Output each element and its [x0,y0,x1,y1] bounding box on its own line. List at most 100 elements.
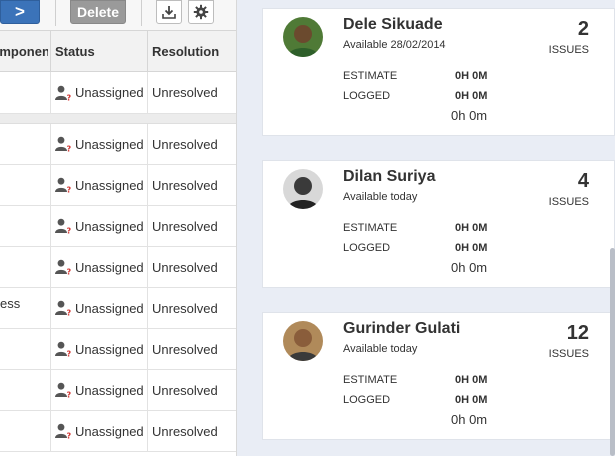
column-divider [50,124,51,164]
table-header: Components Status Resolution [0,30,236,73]
components-cell [0,124,50,164]
status-text: Unassigned [75,177,144,193]
status-cell: ? Unassigned [54,247,148,287]
issues-label: ISSUES [548,196,589,208]
unassigned-user-icon: ? [55,300,72,317]
svg-text:?: ? [67,93,72,101]
unassigned-user-icon: ? [55,382,72,398]
status-text: Unassigned [75,136,144,152]
components-cell [0,247,50,287]
issue-list-pane: > Delete mpone Status Resolution ? Unass… [0,0,237,456]
resolution-cell: Unresolved [152,300,218,316]
right-scrollbar[interactable] [610,248,615,456]
components-cell [0,165,50,205]
table-row[interactable]: ? Unassigned Unresolved [0,165,236,206]
status-text: Unassigned [75,300,144,316]
assignee-card[interactable]: Gurinder Gulati Available today 12 ISSUES ES… [262,312,615,440]
unassigned-user-icon: ? [55,423,72,440]
delete-button[interactable]: Delete [70,0,126,24]
unassigned-user-icon: ? [55,218,72,235]
svg-text:?: ? [67,268,72,276]
table-row[interactable]: ? Unassigned Unresolved [0,247,236,288]
settings-button[interactable] [188,0,214,24]
issue-count: 12 [566,322,589,344]
components-cell: ess [0,296,21,311]
avatar [283,321,323,361]
logged-value: 0H 0M [455,242,488,254]
logged-label: LOGGED [343,394,391,406]
status-cell: ? Unassigned [54,329,148,369]
assignee-name[interactable]: Gurinder Gulati [343,320,460,338]
status-cell: ? Unassigned [54,288,148,328]
components-cell [0,370,50,410]
column-divider [50,370,51,410]
column-header-components[interactable]: Components [0,31,48,73]
toolbar-divider [141,0,142,26]
estimate-value: 0H 0M [455,374,488,386]
resolution-cell: Unresolved [152,341,218,357]
column-divider [50,288,51,328]
unassigned-user-icon: ? [55,341,72,357]
logged-value: 0H 0M [455,90,488,102]
column-divider [50,206,51,246]
workload-pane: Dele Sikuade Available 28/02/2014 2 ISSUES E… [237,0,615,456]
svg-text:?: ? [67,309,72,317]
resolution-cell: Unresolved [152,423,218,439]
logged-label: LOGGED [343,90,391,102]
column-divider [50,329,51,369]
status-cell: ? Unassigned [54,124,148,164]
assignee-card[interactable]: Dele Sikuade Available 28/02/2014 2 ISSUES E… [262,8,615,136]
column-divider [50,247,51,287]
column-header-resolution[interactable]: Resolution [152,31,236,73]
resolution-cell: Unresolved [152,259,218,275]
table-row[interactable]: ? Unassigned Unresolved [0,370,236,411]
status-cell: ? Unassigned [54,206,148,246]
assignee-name[interactable]: Dilan Suriya [343,168,435,186]
status-cell: ? Unassigned [54,72,148,113]
group-separator [0,114,236,124]
assignee-name[interactable]: Dele Sikuade [343,16,443,34]
table-row[interactable]: ? Unassigned Unresolved [0,206,236,247]
unassigned-user-icon: ? [55,177,72,193]
issue-rows: ? Unassigned Unresolved? Unassigned Unresolv… [0,124,236,452]
table-row[interactable]: ? Unassigned Unresolved [0,411,236,452]
status-text: Unassigned [75,382,144,398]
status-text: Unassigned [75,423,144,439]
table-row[interactable]: ? Unassigned Unresolved [0,329,236,370]
estimate-label: ESTIMATE [343,222,398,234]
remaining-time: 0h 0m [451,260,488,275]
unassigned-user-icon: ? [55,136,72,153]
status-text: Unassigned [75,218,144,234]
svg-text:?: ? [67,227,72,235]
status-text: Unassigned [75,341,144,357]
remaining-time: 0h 0m [451,108,488,123]
availability-text: Available 28/02/2014 [343,39,446,51]
resolution-cell: Unresolved [152,136,218,152]
status-text: Unassigned [75,85,144,100]
column-divider [50,31,51,71]
resolution-cell: Unresolved [152,218,218,234]
gear-icon [193,4,209,20]
availability-text: Available today [343,191,418,203]
next-button[interactable]: > [0,0,40,24]
download-icon [162,6,176,19]
status-text: Unassigned [75,259,144,275]
estimate-label: ESTIMATE [343,70,398,82]
table-row[interactable]: ? Unassigned Unresolved [0,124,236,165]
table-row[interactable]: ? Unassigned Unresolved [0,72,236,114]
svg-text:?: ? [67,432,72,440]
unassigned-user-icon: ? [55,85,72,101]
export-button[interactable] [156,0,182,24]
components-cell [0,206,50,246]
toolbar-divider [55,0,56,26]
logged-value: 0H 0M [455,394,488,406]
components-cell [0,411,50,451]
estimate-label: ESTIMATE [343,374,398,386]
column-divider [50,411,51,451]
svg-text:?: ? [67,145,72,153]
table-row[interactable]: ess? Unassigned Unresolved [0,288,236,329]
resolution-cell: Unresolved [152,177,218,193]
unassigned-user-icon: ? [55,259,72,276]
column-header-status[interactable]: Status [55,31,147,73]
assignee-card[interactable]: Dilan Suriya Available today 4 ISSUES ESTIMA… [262,160,615,288]
